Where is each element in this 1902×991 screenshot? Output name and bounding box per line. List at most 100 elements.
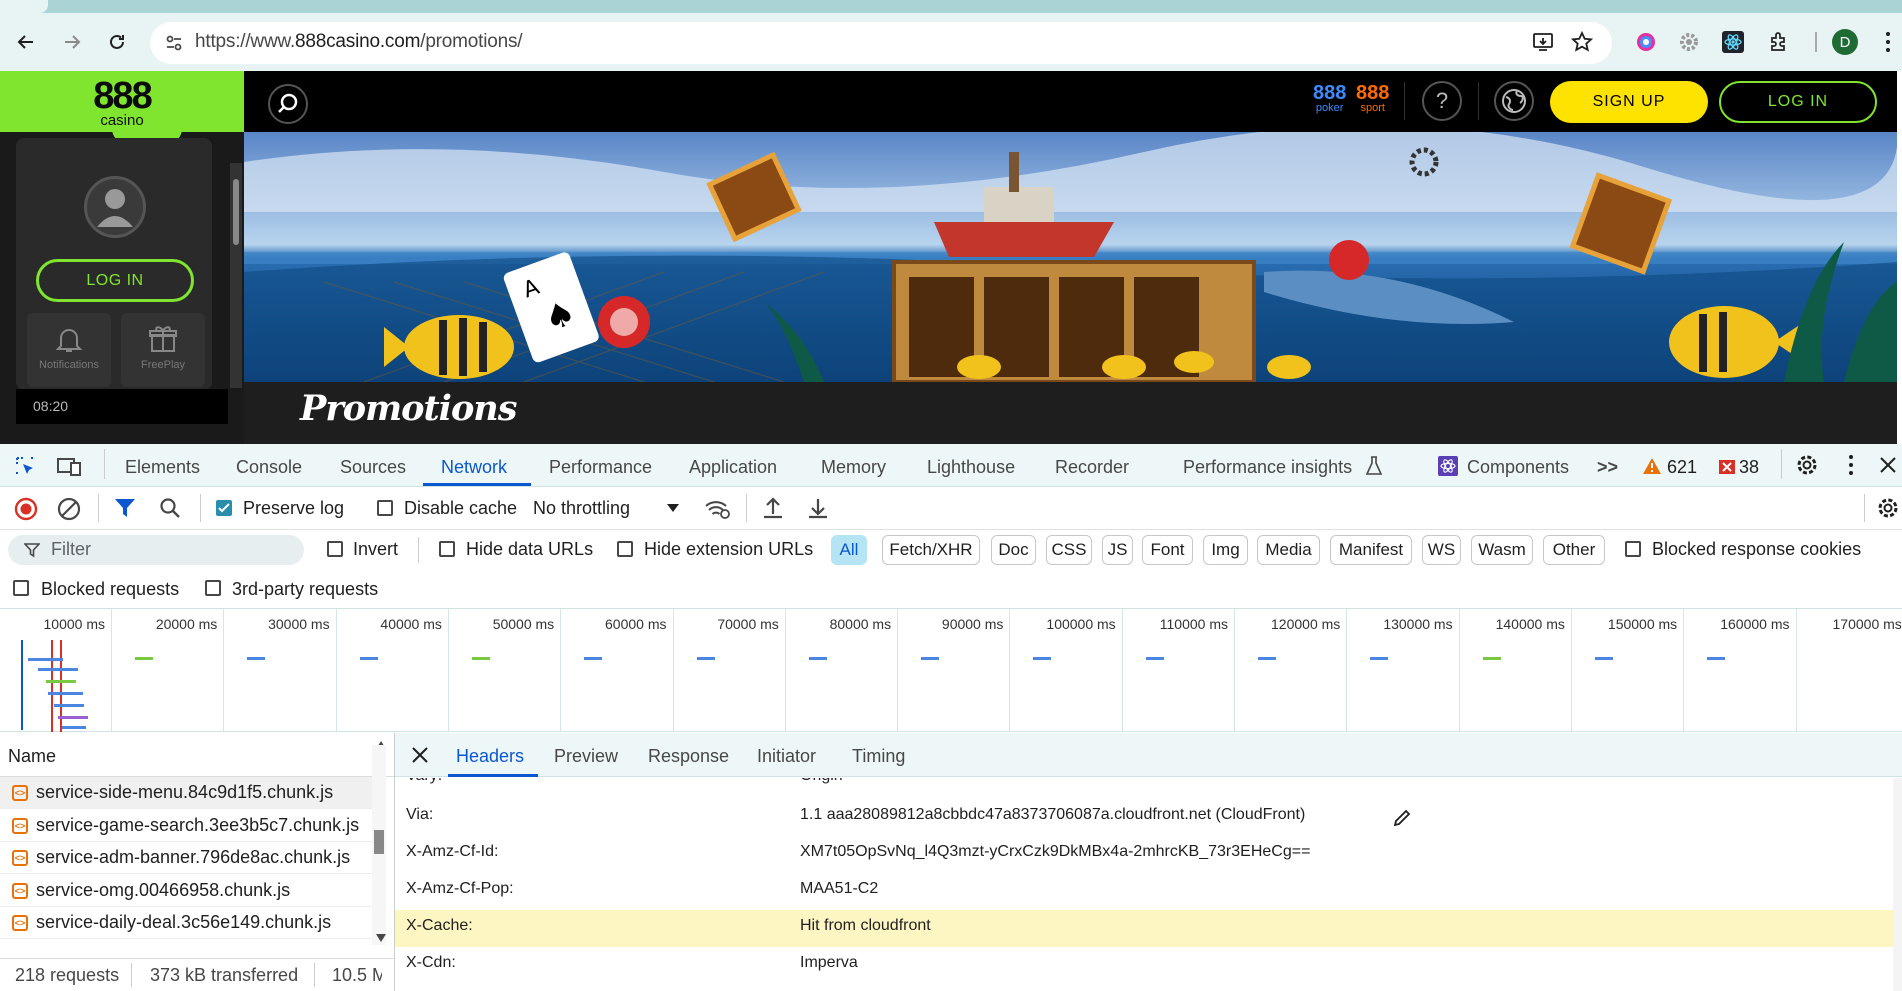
third-party-checkbox[interactable] xyxy=(205,580,221,596)
scroll-down-icon[interactable] xyxy=(376,934,386,942)
network-conditions-icon[interactable] xyxy=(704,497,730,521)
tab-lighthouse[interactable]: Lighthouse xyxy=(927,457,1015,478)
type-filter-img[interactable]: Img xyxy=(1203,535,1248,565)
hide-data-urls-label[interactable]: Hide data URLs xyxy=(466,539,593,560)
color-extension-icon[interactable] xyxy=(1632,28,1660,56)
request-row[interactable]: service-game-search.3ee3b5c7.chunk.js xyxy=(0,810,372,842)
site-logo[interactable]: 888 casino xyxy=(0,71,244,143)
reload-button[interactable] xyxy=(100,25,134,59)
sport-brand-link[interactable]: 888 sport xyxy=(1356,83,1389,114)
site-info-icon[interactable] xyxy=(164,33,184,53)
hide-extension-urls-checkbox[interactable] xyxy=(617,541,633,557)
inspect-element-icon[interactable] xyxy=(14,455,36,477)
devtools-settings-icon[interactable] xyxy=(1795,453,1819,477)
request-row[interactable]: service-omg.00466958.chunk.js xyxy=(0,875,372,907)
freeplay-tile[interactable]: FreePlay xyxy=(121,313,205,387)
forward-button[interactable] xyxy=(55,25,89,59)
tab-network[interactable]: Network xyxy=(441,457,507,478)
close-detail-icon[interactable] xyxy=(411,746,429,764)
gear-extension-icon[interactable] xyxy=(1675,28,1703,56)
tab-sources[interactable]: Sources xyxy=(340,457,406,478)
sidebar-scroll-thumb[interactable] xyxy=(233,179,239,245)
blocked-requests-checkbox[interactable] xyxy=(13,580,29,596)
tab-initiator[interactable]: Initiator xyxy=(757,746,816,767)
detail-scrollbar[interactable] xyxy=(1893,778,1902,991)
sign-up-button[interactable]: SIGN UP xyxy=(1550,81,1708,123)
profile-avatar[interactable]: D xyxy=(1832,29,1858,55)
tab-components[interactable]: Components xyxy=(1467,457,1569,478)
disable-cache-checkbox[interactable] xyxy=(377,500,393,516)
blocked-response-cookies-label[interactable]: Blocked response cookies xyxy=(1652,539,1861,560)
third-party-label[interactable]: 3rd-party requests xyxy=(232,579,378,600)
more-tabs-icon[interactable]: >> xyxy=(1597,457,1618,478)
type-filter-manifest[interactable]: Manifest xyxy=(1330,535,1412,565)
filter-funnel-icon[interactable] xyxy=(114,497,136,519)
react-devtools-icon[interactable] xyxy=(1719,28,1747,56)
tab-recorder[interactable]: Recorder xyxy=(1055,457,1129,478)
request-row[interactable]: service-adm-banner.796de8ac.chunk.js xyxy=(0,842,372,875)
tab-response[interactable]: Response xyxy=(648,746,729,767)
notifications-tile[interactable]: Notifications xyxy=(27,313,111,387)
install-app-icon[interactable] xyxy=(1529,28,1557,56)
site-search-button[interactable] xyxy=(268,84,308,124)
tab-timing[interactable]: Timing xyxy=(852,746,905,767)
preserve-log-checkbox[interactable] xyxy=(216,500,232,516)
clear-log-icon[interactable] xyxy=(57,497,81,521)
filter-input[interactable]: Filter xyxy=(8,535,304,565)
tab-headers[interactable]: Headers xyxy=(456,746,524,767)
type-filter-fetch-xhr[interactable]: Fetch/XHR xyxy=(882,535,980,565)
preserve-log-label[interactable]: Preserve log xyxy=(243,498,344,519)
header-login-button[interactable]: LOG IN xyxy=(1719,81,1877,123)
bookmark-star-icon[interactable] xyxy=(1568,28,1596,56)
sidebar-login-button[interactable]: LOG IN xyxy=(36,259,194,302)
type-filter-css[interactable]: CSS xyxy=(1046,535,1092,565)
warning-icon[interactable] xyxy=(1643,458,1661,474)
poker-brand-link[interactable]: 888 poker xyxy=(1313,83,1346,114)
error-count[interactable]: 38 xyxy=(1739,457,1759,478)
network-search-icon[interactable] xyxy=(159,497,181,519)
hide-extension-urls-label[interactable]: Hide extension URLs xyxy=(644,539,813,560)
error-icon[interactable] xyxy=(1719,460,1735,476)
dropdown-arrow-icon[interactable] xyxy=(666,503,680,513)
request-row[interactable]: service-daily-deal.3c56e149.chunk.js xyxy=(0,907,372,940)
hide-data-urls-checkbox[interactable] xyxy=(439,541,455,557)
request-list-scroll-thumb[interactable] xyxy=(374,830,384,854)
type-filter-media[interactable]: Media xyxy=(1257,535,1320,565)
tab-elements[interactable]: Elements xyxy=(125,457,200,478)
stop-recording-icon[interactable] xyxy=(14,497,38,521)
url-text[interactable]: https://www.888casino.com/promotions/ xyxy=(195,31,523,53)
browser-menu-icon[interactable] xyxy=(1885,30,1891,54)
type-filter-other[interactable]: Other xyxy=(1543,535,1605,565)
help-button[interactable]: ? xyxy=(1422,81,1462,121)
tab-console[interactable]: Console xyxy=(236,457,302,478)
type-filter-ws[interactable]: WS xyxy=(1422,535,1461,565)
devtools-close-icon[interactable] xyxy=(1879,456,1897,474)
devtools-menu-icon[interactable] xyxy=(1848,454,1854,476)
back-button[interactable] xyxy=(9,25,43,59)
invert-label[interactable]: Invert xyxy=(353,539,398,560)
tab-performance-insights[interactable]: Performance insights xyxy=(1183,457,1352,478)
network-settings-icon[interactable] xyxy=(1876,496,1900,520)
export-har-icon[interactable] xyxy=(807,496,829,520)
tab-performance[interactable]: Performance xyxy=(549,457,652,478)
tab-memory[interactable]: Memory xyxy=(821,457,886,478)
blocked-response-cookies-checkbox[interactable] xyxy=(1625,541,1641,557)
device-toolbar-icon[interactable] xyxy=(57,455,81,477)
active-tab-edge[interactable] xyxy=(0,0,48,13)
type-filter-font[interactable]: Font xyxy=(1142,535,1193,565)
tab-application[interactable]: Application xyxy=(689,457,777,478)
blocked-requests-label[interactable]: Blocked requests xyxy=(41,579,179,600)
tab-preview[interactable]: Preview xyxy=(554,746,618,767)
type-filter-doc[interactable]: Doc xyxy=(991,535,1036,565)
disable-cache-label[interactable]: Disable cache xyxy=(404,498,517,519)
warning-count[interactable]: 621 xyxy=(1667,457,1697,478)
import-har-icon[interactable] xyxy=(762,496,784,520)
language-button[interactable] xyxy=(1494,81,1534,121)
type-filter-wasm[interactable]: Wasm xyxy=(1471,535,1533,565)
type-filter-js[interactable]: JS xyxy=(1102,535,1133,565)
type-filter-all[interactable]: All xyxy=(831,535,867,565)
throttling-select[interactable]: No throttling xyxy=(533,498,630,519)
extensions-puzzle-icon[interactable] xyxy=(1765,28,1793,56)
invert-checkbox[interactable] xyxy=(327,541,343,557)
name-column-header[interactable]: Name xyxy=(0,733,395,777)
